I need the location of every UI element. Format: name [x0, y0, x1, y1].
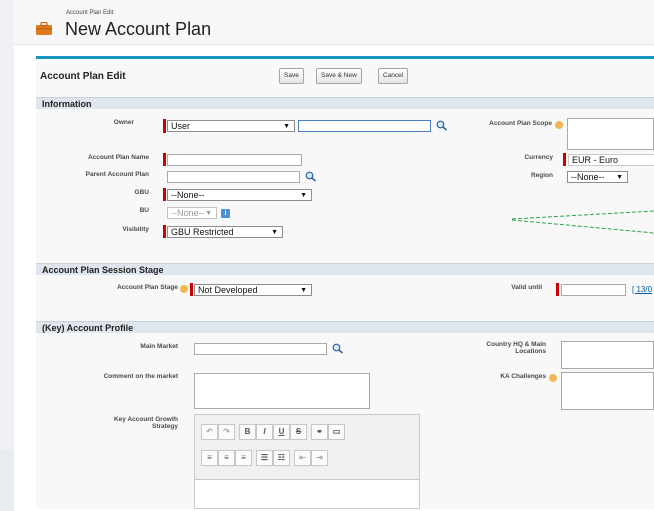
- region-value: --None--: [571, 172, 605, 182]
- owner-type-select[interactable]: User ▼: [167, 120, 295, 132]
- required-marker: [163, 153, 166, 166]
- account-plan-icon: [36, 22, 52, 35]
- gbu-value: --None--: [171, 190, 205, 200]
- underline-button[interactable]: U: [273, 424, 290, 440]
- info-icon[interactable]: i: [221, 209, 230, 218]
- account-plan-stage-label: Account Plan Stage: [116, 284, 178, 291]
- link-icon[interactable]: ⚭: [311, 424, 328, 440]
- edit-page-block: Account Plan Edit Save Save & New Cancel…: [36, 56, 654, 509]
- comment-on-market-label: Comment on the market: [103, 373, 178, 380]
- page: Account Plan Edit New Account Plan Accou…: [14, 0, 654, 511]
- account-plan-name-input[interactable]: [167, 154, 302, 166]
- save-button[interactable]: Save: [279, 68, 304, 84]
- owner-label: Owner: [113, 119, 134, 126]
- growth-label-line1: Key Account Growth: [113, 416, 178, 423]
- section-account-profile: (Key) Account Profile: [36, 321, 654, 333]
- chevron-down-icon: ▼: [300, 192, 307, 199]
- save-and-new-button[interactable]: Save & New: [316, 68, 362, 84]
- align-left-icon[interactable]: ≡: [201, 450, 218, 466]
- italic-button[interactable]: I: [256, 424, 273, 440]
- left-rail: [0, 0, 15, 511]
- redo-icon[interactable]: ↷: [218, 424, 235, 440]
- parent-account-plan-input[interactable]: [167, 171, 300, 183]
- editor-toolbar: ↶ ↷ B I U S ⚭ ▭ ≡ ≡ ≡ ☰ ☷ ⇤ ⇥: [195, 415, 419, 480]
- visibility-label: Visibility: [122, 226, 149, 233]
- breadcrumb: Account Plan Edit: [66, 10, 114, 16]
- bold-button[interactable]: B: [239, 424, 256, 440]
- info-icon: [180, 285, 188, 293]
- chevron-down-icon: ▼: [205, 210, 212, 217]
- required-marker: [163, 188, 166, 201]
- strikethrough-button[interactable]: S: [290, 424, 307, 440]
- align-right-icon[interactable]: ≡: [235, 450, 252, 466]
- region-select[interactable]: --None-- ▼: [567, 171, 628, 183]
- visibility-select[interactable]: GBU Restricted ▼: [167, 226, 283, 238]
- parent-account-plan-label: Parent Account Plan: [85, 171, 149, 178]
- lookup-icon[interactable]: [332, 343, 344, 354]
- valid-until-date-text: [ 13/0: [632, 285, 653, 294]
- page-title: New Account Plan: [65, 19, 212, 39]
- region-label: Region: [530, 172, 553, 179]
- main-market-label: Main Market: [140, 343, 178, 350]
- edit-block-title: Account Plan Edit: [40, 71, 126, 82]
- info-icon: [549, 374, 557, 382]
- indent-icon[interactable]: ⇥: [311, 450, 328, 466]
- chevron-down-icon: ▼: [271, 229, 278, 236]
- chevron-down-icon: ▼: [616, 174, 623, 181]
- growth-label-line2: Strategy: [151, 423, 178, 430]
- gbu-label: GBU: [134, 189, 149, 196]
- country-hq-label-line2: Locations: [515, 348, 546, 355]
- lookup-icon[interactable]: [305, 171, 317, 182]
- valid-until-input[interactable]: [561, 284, 626, 296]
- currency-label: Currency: [524, 154, 553, 161]
- required-marker: [556, 283, 559, 296]
- account-plan-scope-textarea[interactable]: [567, 118, 654, 150]
- country-hq-label: Country HQ & Main Locations: [454, 341, 546, 355]
- key-account-growth-label: Key Account Growth Strategy: [36, 416, 178, 430]
- required-marker: [190, 283, 193, 296]
- account-plan-name-label: Account Plan Name: [87, 154, 149, 161]
- stage-value: Not Developed: [198, 285, 258, 295]
- lookup-icon[interactable]: [436, 120, 448, 131]
- chevron-down-icon: ▼: [283, 123, 290, 130]
- owner-input[interactable]: [298, 120, 431, 132]
- undo-icon[interactable]: ↶: [201, 424, 218, 440]
- numbered-list-icon[interactable]: ☷: [273, 450, 290, 466]
- comment-on-market-textarea[interactable]: [194, 373, 370, 409]
- cancel-button[interactable]: Cancel: [378, 68, 409, 84]
- page-header: Account Plan Edit New Account Plan: [14, 0, 654, 45]
- bullet-list-icon[interactable]: ☰: [256, 450, 273, 466]
- account-plan-stage-select[interactable]: Not Developed ▼: [194, 284, 312, 296]
- left-rail-fade: [0, 450, 14, 511]
- bu-value: --None--: [171, 208, 205, 218]
- info-icon: [555, 121, 563, 129]
- growth-strategy-editor[interactable]: ↶ ↷ B I U S ⚭ ▭ ≡ ≡ ≡ ☰ ☷ ⇤ ⇥: [194, 414, 420, 509]
- image-icon[interactable]: ▭: [328, 424, 345, 440]
- country-hq-textarea[interactable]: [561, 341, 654, 369]
- currency-select[interactable]: EUR - Euro: [568, 154, 654, 166]
- country-hq-label-line1: Country HQ & Main: [486, 341, 546, 348]
- owner-type-value: User: [171, 121, 191, 131]
- ka-challenges-label: KA Challenges: [500, 373, 546, 380]
- required-marker: [163, 119, 166, 133]
- outdent-icon[interactable]: ⇤: [294, 450, 311, 466]
- section-session-stage: Account Plan Session Stage: [36, 263, 654, 275]
- chevron-down-icon: ▼: [300, 287, 307, 294]
- ka-challenges-textarea[interactable]: [561, 372, 654, 410]
- account-plan-scope-label: Account Plan Scope: [489, 120, 552, 127]
- gbu-select[interactable]: --None-- ▼: [167, 189, 312, 201]
- dependency-indicator-lines: [511, 210, 654, 234]
- bu-select[interactable]: --None-- ▼: [167, 207, 217, 219]
- bu-label: BU: [139, 207, 149, 214]
- date-today-link[interactable]: [ 13/0: [632, 285, 652, 294]
- section-information: Information: [36, 97, 654, 109]
- required-marker: [163, 225, 166, 238]
- visibility-value: GBU Restricted: [171, 227, 234, 237]
- align-center-icon[interactable]: ≡: [218, 450, 235, 466]
- required-marker: [563, 153, 566, 166]
- main-market-input[interactable]: [194, 343, 327, 355]
- valid-until-label: Valid until: [511, 284, 542, 291]
